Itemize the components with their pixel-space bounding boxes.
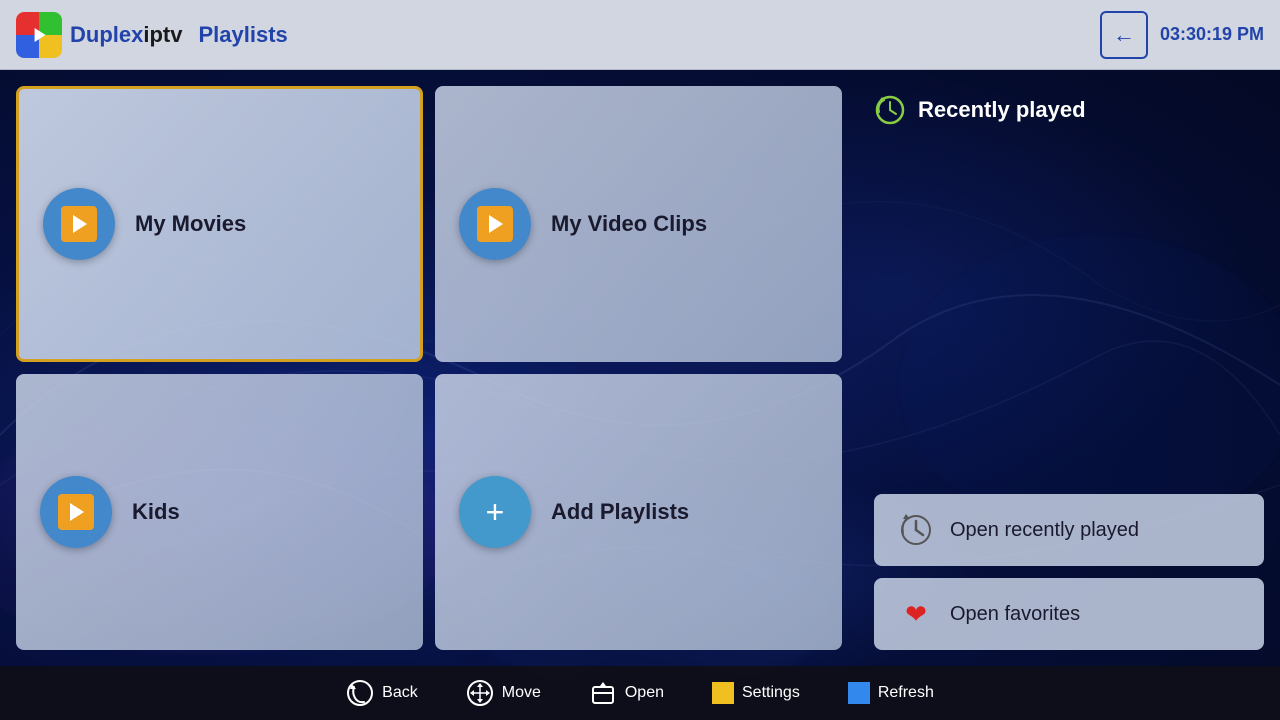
footer-settings-label: Settings xyxy=(742,684,800,702)
playlist-label-my-video-clips: My Video Clips xyxy=(551,211,707,237)
open-recently-played-icon xyxy=(898,512,934,548)
recently-played-title: Recently played xyxy=(918,97,1086,123)
footer-refresh-label: Refresh xyxy=(878,684,934,702)
play-icon-wrapper xyxy=(61,206,97,242)
play-triangle-icon xyxy=(73,215,87,233)
back-button[interactable]: ← xyxy=(1100,11,1148,59)
move-arrows-icon xyxy=(466,679,494,707)
open-favorites-label: Open favorites xyxy=(950,603,1080,626)
playlist-item-kids[interactable]: Kids xyxy=(16,374,423,650)
footer-move[interactable]: Move xyxy=(466,679,541,707)
open-favorites-icon: ❤ xyxy=(898,596,934,632)
logo-icon xyxy=(16,12,62,58)
header: Duplexiptv Playlists ← 03:30:19 PM xyxy=(0,0,1280,70)
play-triangle-icon-2 xyxy=(489,215,503,233)
play-icon-wrapper-2 xyxy=(477,206,513,242)
recently-played-header: Recently played xyxy=(874,86,1264,134)
play-triangle-icon-3 xyxy=(70,503,84,521)
playlist-label-kids: Kids xyxy=(132,499,180,525)
open-recently-played-label: Open recently played xyxy=(950,519,1139,542)
heart-icon: ❤ xyxy=(905,599,927,630)
recent-clock-icon xyxy=(874,94,906,126)
playlist-icon-my-video-clips xyxy=(459,188,531,260)
right-panel: Recently played Open recently played ❤ O… xyxy=(858,70,1280,666)
footer-open-label: Open xyxy=(625,684,664,702)
playlist-item-add-playlists[interactable]: + Add Playlists xyxy=(435,374,842,650)
footer-back[interactable]: Back xyxy=(346,679,418,707)
back-arrow-icon: ← xyxy=(1113,22,1135,48)
playlist-item-my-video-clips[interactable]: My Video Clips xyxy=(435,86,842,362)
open-favorites-button[interactable]: ❤ Open favorites xyxy=(874,578,1264,650)
playlist-item-my-movies[interactable]: My Movies xyxy=(16,86,423,362)
logo-play-icon xyxy=(35,28,46,42)
playlist-icon-kids xyxy=(40,476,112,548)
main-content: My Movies My Video Clips Kids + xyxy=(0,70,1280,666)
page-title: Playlists xyxy=(198,22,287,48)
back-refresh-icon xyxy=(346,679,374,707)
footer-move-label: Move xyxy=(502,684,541,702)
logo-quad-blue xyxy=(16,35,39,58)
open-box-icon xyxy=(589,679,617,707)
logo: Duplexiptv xyxy=(16,12,182,58)
plus-icon: + xyxy=(486,496,505,528)
app-name-suffix: iptv xyxy=(143,22,182,47)
footer-open[interactable]: Open xyxy=(589,679,664,707)
footer: Back Move Open Settings Refres xyxy=(0,666,1280,720)
footer-back-label: Back xyxy=(382,684,418,702)
playlist-icon-my-movies xyxy=(43,188,115,260)
footer-refresh[interactable]: Refresh xyxy=(848,682,934,704)
playlist-label-my-movies: My Movies xyxy=(135,211,246,237)
app-name: Duplexiptv xyxy=(70,22,182,48)
clock-display: 03:30:19 PM xyxy=(1160,24,1264,45)
open-recently-played-button[interactable]: Open recently played xyxy=(874,494,1264,566)
footer-settings[interactable]: Settings xyxy=(712,682,800,704)
play-icon-wrapper-3 xyxy=(58,494,94,530)
playlist-label-add: Add Playlists xyxy=(551,499,689,525)
playlists-panel: My Movies My Video Clips Kids + xyxy=(0,70,858,666)
blue-square-icon xyxy=(848,682,870,704)
yellow-square-icon xyxy=(712,682,734,704)
playlist-icon-add: + xyxy=(459,476,531,548)
